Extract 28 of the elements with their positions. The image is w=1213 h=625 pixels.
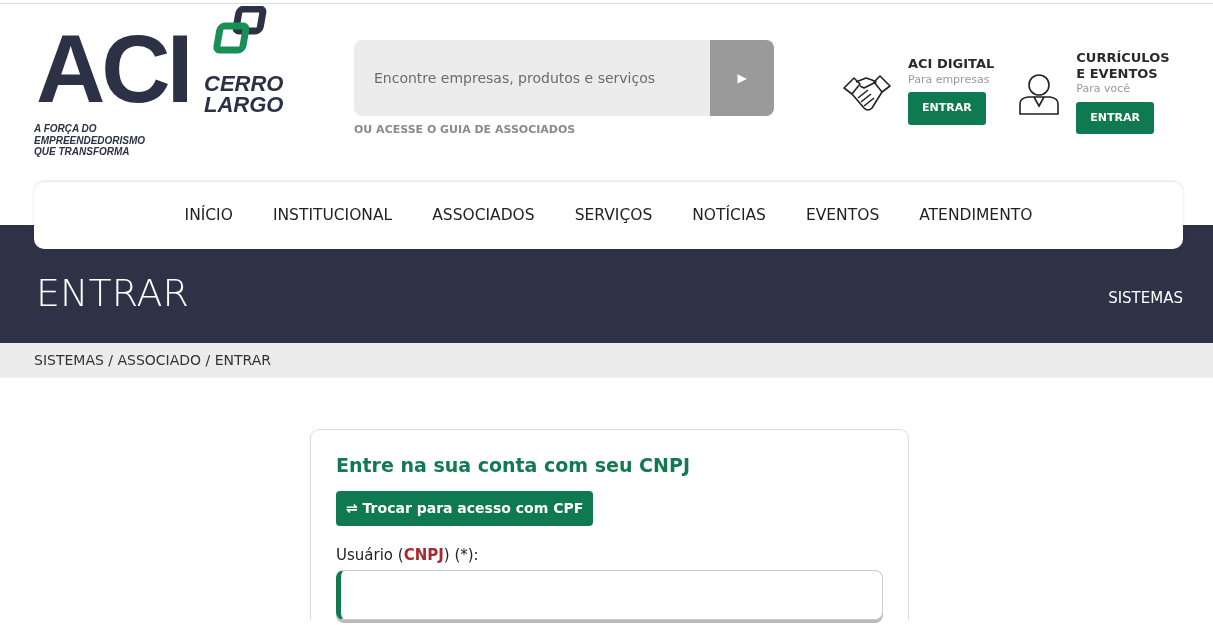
access-title: E EVENTOS xyxy=(1076,65,1159,82)
nav-link[interactable]: INÍCIO xyxy=(184,203,233,228)
cnpj-input-field[interactable] xyxy=(336,570,883,621)
access-subtitle: Para você xyxy=(1076,81,1131,98)
breadcrumb-text: SISTEMAS / ASSOCIADO / ENTRAR xyxy=(34,351,272,370)
enter-button[interactable]: ENTRAR xyxy=(1076,101,1154,135)
enter-button[interactable]: ENTRAR xyxy=(908,92,986,125)
access-title: CURRÍCULOS xyxy=(1076,50,1170,66)
nav-link[interactable]: SERVIÇOS xyxy=(574,203,653,228)
field-label: Usuário (CNPJ) (*): xyxy=(336,544,480,566)
systems-link[interactable]: SISTEMAS xyxy=(1108,287,1183,310)
logo-name-text: LARGO xyxy=(204,94,284,116)
login-heading: Entre na sua conta com seu CNPJ xyxy=(336,454,691,477)
access-title: ACI DIGITAL xyxy=(908,56,995,72)
logo-tagline: EMPREENDEDORISMO xyxy=(34,134,146,146)
nav-link[interactable]: NOTÍCIAS xyxy=(692,203,766,228)
nav-link[interactable]: INSTITUCIONAL xyxy=(272,203,393,228)
nav-link[interactable]: ATENDIMENTO xyxy=(919,203,1033,228)
person-icon xyxy=(1018,72,1061,116)
access-subtitle: Para empresas xyxy=(908,71,991,88)
logo-tagline: A FORÇA DO xyxy=(34,123,98,135)
logo-mark: ACI xyxy=(36,16,190,122)
nav-link[interactable]: ASSOCIADOS xyxy=(432,203,535,228)
nav-link[interactable]: EVENTOS xyxy=(805,203,880,228)
switch-cpf-button[interactable]: ⇌ Trocar para acesso com CPF xyxy=(336,490,594,526)
logo-name-text: CERRO xyxy=(204,74,284,95)
logo-tagline: QUE TRANSFORMA xyxy=(34,146,131,158)
page-title: ENTRAR xyxy=(36,271,189,317)
